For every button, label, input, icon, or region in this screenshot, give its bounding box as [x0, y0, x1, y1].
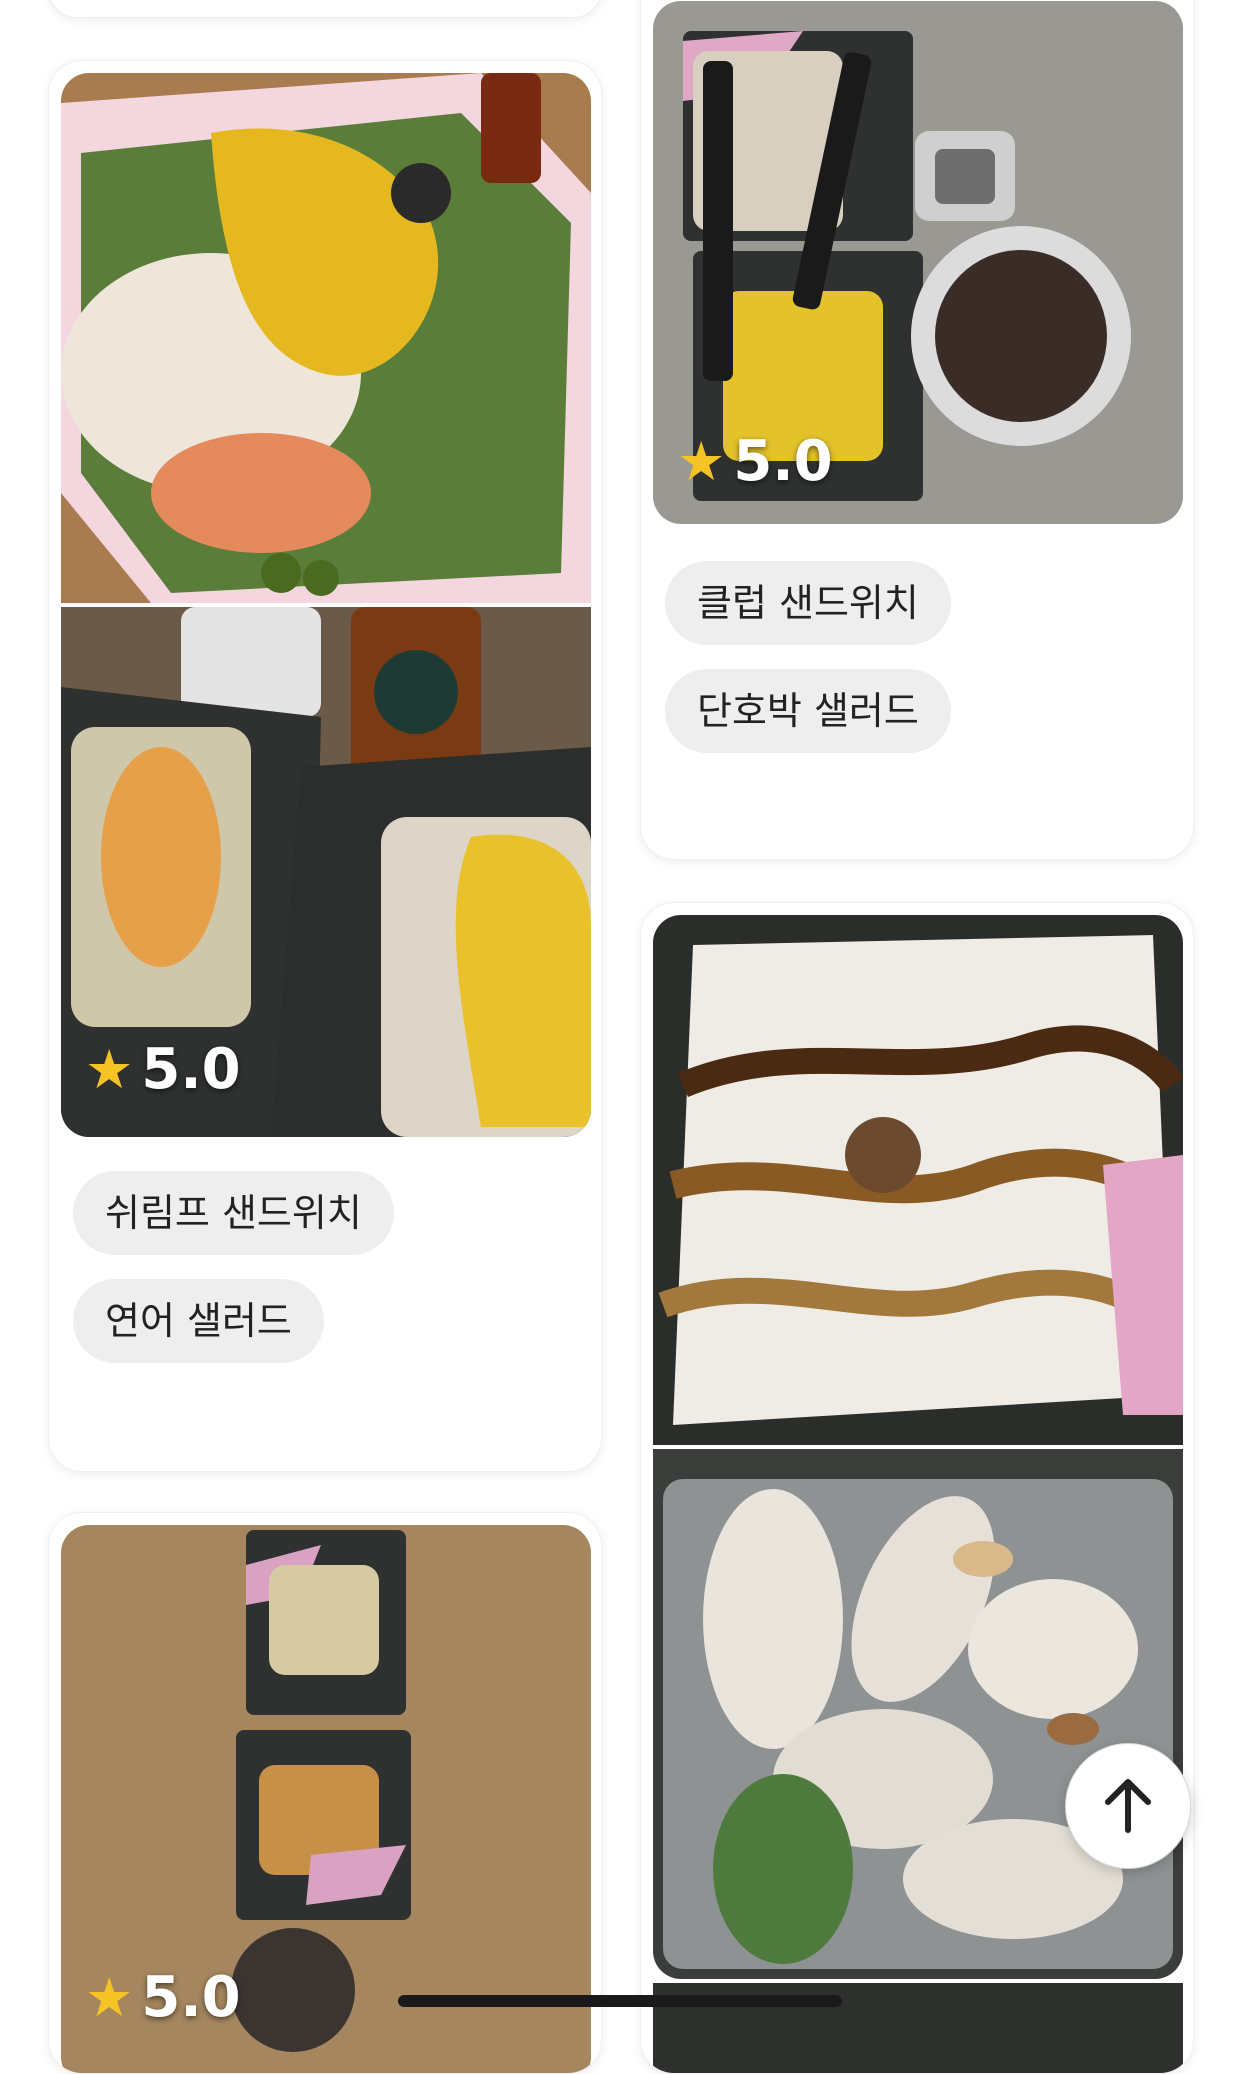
rating-badge: ★ 5.0 [85, 1037, 241, 1102]
rating-value: 5.0 [733, 429, 833, 494]
review-card[interactable]: ★ 5.0 클럽 샌드위치 단호박 샐러드 [640, 0, 1194, 860]
rating-value: 5.0 [141, 1037, 241, 1102]
star-icon: ★ [677, 430, 726, 493]
rating-value: 5.0 [141, 1965, 241, 2030]
chicken-salad-photo[interactable] [653, 1449, 1183, 1979]
two-sandwich-boxes-photo[interactable]: ★ 5.0 [61, 1525, 591, 2073]
menu-chip[interactable]: 연어 샐러드 [73, 1279, 324, 1363]
home-indicator [398, 1995, 842, 2007]
scroll-to-top-button[interactable] [1065, 1743, 1191, 1869]
review-card[interactable]: ★ 5.0 쉬림프 샌드위치 연어 샐러드 [48, 60, 602, 1472]
menu-chip[interactable]: 클럽 샌드위치 [665, 561, 951, 645]
review-card[interactable]: ★ 5.0 [48, 1512, 602, 2074]
review-card[interactable] [640, 902, 1194, 2074]
salmon-salad-photo[interactable] [61, 73, 591, 603]
star-icon: ★ [85, 1966, 134, 2029]
sandwich-box-photo[interactable]: ★ 5.0 [61, 607, 591, 1137]
arrow-up-icon [1105, 1779, 1151, 1833]
review-card-partial[interactable] [48, 0, 602, 18]
club-sandwich-photo[interactable]: ★ 5.0 [653, 1, 1183, 524]
menu-chip[interactable]: 단호박 샐러드 [665, 669, 951, 753]
star-icon: ★ [85, 1038, 134, 1101]
rating-badge: ★ 5.0 [677, 429, 833, 494]
rating-badge: ★ 5.0 [85, 1965, 241, 2030]
menu-chip[interactable]: 쉬림프 샌드위치 [73, 1171, 394, 1255]
balsamic-cheese-salad-photo[interactable] [653, 915, 1183, 1445]
